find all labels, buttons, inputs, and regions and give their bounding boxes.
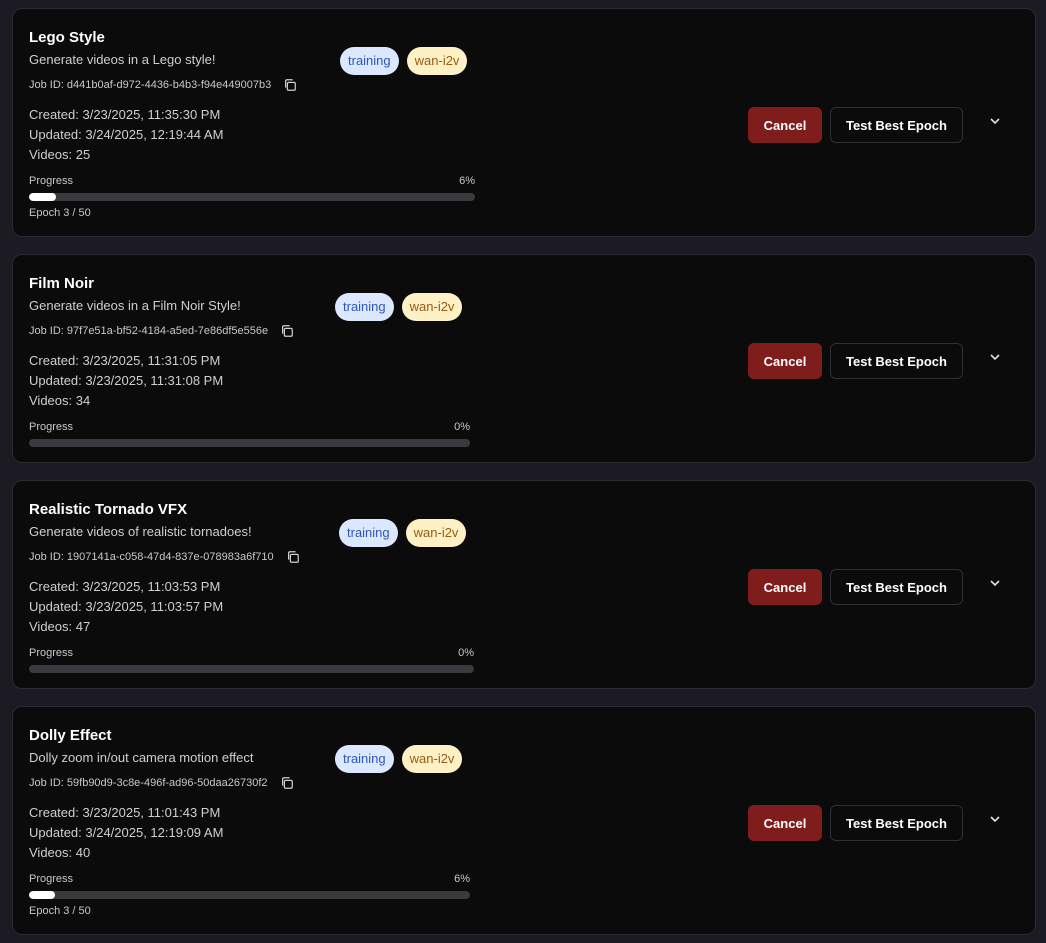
job-description: Generate videos in a Lego style! <box>29 52 216 67</box>
job-id-text: Job ID: 59fb90d9-3c8e-496f-ad96-50daa267… <box>29 777 268 789</box>
updated-date: Updated: 3/23/2025, 11:31:08 PM <box>29 373 224 388</box>
job-title: Realistic Tornado VFX <box>29 501 188 518</box>
job-meta: Created: 3/23/2025, 11:31:05 PM Updated:… <box>29 351 223 411</box>
job-id-row: Job ID: 1907141a-c058-47d4-837e-078983a6… <box>29 550 300 564</box>
job-id-text: Job ID: 97f7e51a-bf52-4184-a5ed-7e86df5e… <box>29 325 269 337</box>
progress-fill <box>29 891 56 899</box>
job-card: Dolly Effect Dolly zoom in/out camera mo… <box>12 706 1036 935</box>
job-meta: Created: 3/23/2025, 11:03:53 PM Updated:… <box>29 577 223 637</box>
job-badges: training wan-i2v <box>335 293 463 321</box>
model-badge: wan-i2v <box>405 519 467 547</box>
model-badge: wan-i2v <box>406 47 468 75</box>
progress-percent: 6% <box>454 873 470 885</box>
job-card: Lego Style Generate videos in a Lego sty… <box>12 8 1036 237</box>
test-best-epoch-button[interactable]: Test Best Epoch <box>830 569 963 605</box>
job-title: Lego Style <box>29 29 105 46</box>
chevron-down-icon[interactable] <box>987 575 1003 591</box>
model-badge: wan-i2v <box>401 293 463 321</box>
video-count: Videos: 25 <box>29 147 91 162</box>
test-best-epoch-button[interactable]: Test Best Epoch <box>830 343 963 379</box>
updated-date: Updated: 3/24/2025, 12:19:09 AM <box>29 825 224 840</box>
job-badges: training wan-i2v <box>339 519 467 547</box>
progress-percent: 0% <box>458 647 474 659</box>
job-card: Realistic Tornado VFX Generate videos of… <box>12 480 1036 689</box>
job-card: Film Noir Generate videos in a Film Noir… <box>12 254 1036 463</box>
job-description: Generate videos in a Film Noir Style! <box>29 298 241 313</box>
job-id-row: Job ID: 59fb90d9-3c8e-496f-ad96-50daa267… <box>29 776 294 790</box>
copy-icon[interactable] <box>280 324 294 338</box>
chevron-down-icon[interactable] <box>987 811 1003 827</box>
job-id-text: Job ID: d441b0af-d972-4436-b4b3-f94e4490… <box>29 79 272 91</box>
job-id-text: Job ID: 1907141a-c058-47d4-837e-078983a6… <box>29 551 274 563</box>
job-title: Film Noir <box>29 275 95 292</box>
chevron-down-icon[interactable] <box>987 113 1003 129</box>
job-title: Dolly Effect <box>29 727 112 744</box>
status-badge: training <box>335 745 394 773</box>
job-description: Dolly zoom in/out camera motion effect <box>29 750 254 765</box>
chevron-down-icon[interactable] <box>987 349 1003 365</box>
video-count: Videos: 40 <box>29 845 91 860</box>
progress-percent: 6% <box>459 175 475 187</box>
progress-bar <box>29 193 475 201</box>
cancel-button[interactable]: Cancel <box>748 107 822 143</box>
model-badge: wan-i2v <box>401 745 463 773</box>
progress-label: Progress <box>29 873 74 885</box>
test-best-epoch-button[interactable]: Test Best Epoch <box>830 805 963 841</box>
job-id-row: Job ID: d441b0af-d972-4436-b4b3-f94e4490… <box>29 78 297 92</box>
progress-label: Progress <box>29 647 74 659</box>
updated-date: Updated: 3/24/2025, 12:19:44 AM <box>29 127 224 142</box>
epoch-text: Epoch 3 / 50 <box>29 905 91 917</box>
progress-label: Progress <box>29 421 74 433</box>
cancel-button[interactable]: Cancel <box>748 343 822 379</box>
job-badges: training wan-i2v <box>335 745 463 773</box>
copy-icon[interactable] <box>286 550 300 564</box>
status-badge: training <box>339 519 398 547</box>
created-date: Created: 3/23/2025, 11:01:43 PM <box>29 805 221 820</box>
cancel-button[interactable]: Cancel <box>748 805 822 841</box>
progress-fill <box>29 193 56 201</box>
job-meta: Created: 3/23/2025, 11:01:43 PM Updated:… <box>29 803 223 863</box>
progress-bar <box>29 665 474 673</box>
status-badge: training <box>335 293 394 321</box>
job-id-row: Job ID: 97f7e51a-bf52-4184-a5ed-7e86df5e… <box>29 324 294 338</box>
cancel-button[interactable]: Cancel <box>748 569 822 605</box>
job-description: Generate videos of realistic tornadoes! <box>29 524 252 539</box>
progress-percent: 0% <box>454 421 470 433</box>
job-badges: training wan-i2v <box>340 47 468 75</box>
created-date: Created: 3/23/2025, 11:03:53 PM <box>29 579 221 594</box>
video-count: Videos: 34 <box>29 393 91 408</box>
progress-label: Progress <box>29 175 74 187</box>
epoch-text: Epoch 3 / 50 <box>29 207 91 219</box>
created-date: Created: 3/23/2025, 11:35:30 PM <box>29 107 221 122</box>
copy-icon[interactable] <box>283 78 297 92</box>
job-meta: Created: 3/23/2025, 11:35:30 PM Updated:… <box>29 105 223 165</box>
status-badge: training <box>340 47 399 75</box>
test-best-epoch-button[interactable]: Test Best Epoch <box>830 107 963 143</box>
copy-icon[interactable] <box>280 776 294 790</box>
updated-date: Updated: 3/23/2025, 11:03:57 PM <box>29 599 224 614</box>
created-date: Created: 3/23/2025, 11:31:05 PM <box>29 353 221 368</box>
progress-bar <box>29 439 470 447</box>
video-count: Videos: 47 <box>29 619 91 634</box>
progress-bar <box>29 891 470 899</box>
